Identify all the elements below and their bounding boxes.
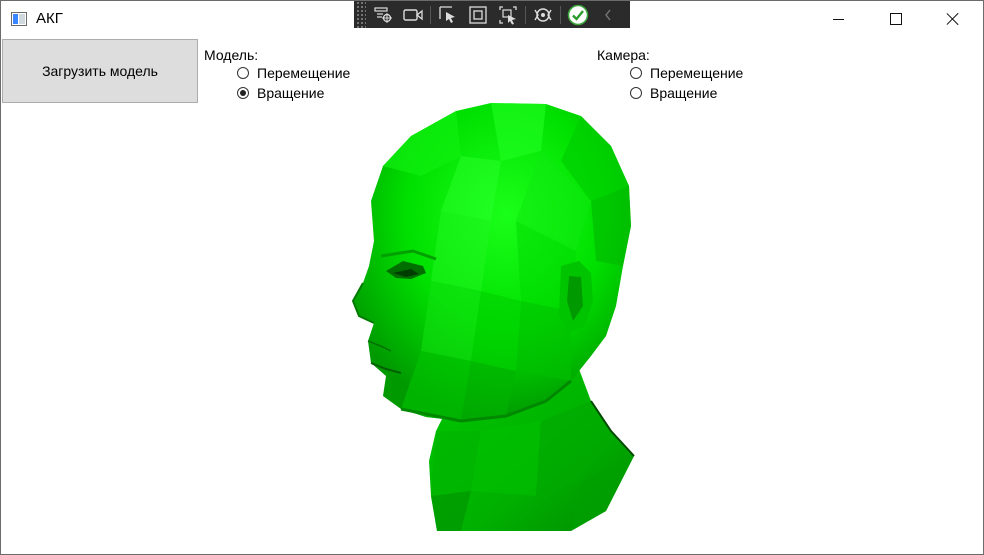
app-window: АКГ Загрузить модель Модель: Перемещение… — [0, 0, 984, 555]
window-title: АКГ — [36, 10, 63, 27]
hot-reload-icon[interactable] — [530, 4, 556, 26]
camera-move-radio[interactable]: Перемещение — [630, 65, 743, 81]
model-rotate-radio[interactable]: Вращение — [237, 85, 324, 101]
minimize-button[interactable] — [815, 1, 861, 37]
app-window-icon — [11, 12, 27, 26]
radio-label: Перемещение — [257, 65, 351, 81]
radio-button-icon[interactable] — [237, 67, 249, 79]
radio-button-icon[interactable] — [630, 87, 642, 99]
track-focus-icon[interactable] — [495, 4, 521, 26]
camera-group-label: Камера: — [597, 47, 650, 63]
radio-label: Перемещение — [650, 65, 744, 81]
close-button[interactable] — [930, 1, 976, 37]
checkmark-icon[interactable] — [565, 4, 591, 26]
maximize-button[interactable] — [873, 1, 919, 37]
toolbar-separator — [430, 5, 431, 24]
toolbar-grip[interactable] — [356, 1, 366, 28]
radio-label: Вращение — [257, 85, 325, 101]
maximize-icon — [890, 13, 902, 25]
camera-rotate-radio[interactable]: Вращение — [630, 85, 717, 101]
render-viewport[interactable] — [341, 101, 651, 541]
xaml-debug-toolbar — [354, 1, 630, 28]
select-element-icon[interactable] — [435, 4, 461, 26]
toolbar-separator — [525, 5, 526, 24]
radio-label: Вращение — [650, 85, 718, 101]
minimize-icon — [832, 18, 844, 20]
live-visual-tree-icon[interactable] — [370, 4, 396, 26]
collapse-chevron-icon[interactable] — [595, 4, 621, 26]
radio-button-checked-icon[interactable] — [237, 87, 249, 99]
model-move-radio[interactable]: Перемещение — [237, 65, 350, 81]
display-layout-adorners-icon[interactable] — [465, 4, 491, 26]
radio-button-icon[interactable] — [630, 67, 642, 79]
model-group-label: Модель: — [204, 47, 259, 63]
record-icon[interactable] — [400, 4, 426, 26]
title-bar: АКГ — [1, 1, 983, 37]
load-model-button[interactable]: Загрузить модель — [2, 39, 198, 103]
toolbar-separator — [560, 5, 561, 24]
head-model — [351, 103, 635, 531]
close-icon — [946, 12, 960, 26]
